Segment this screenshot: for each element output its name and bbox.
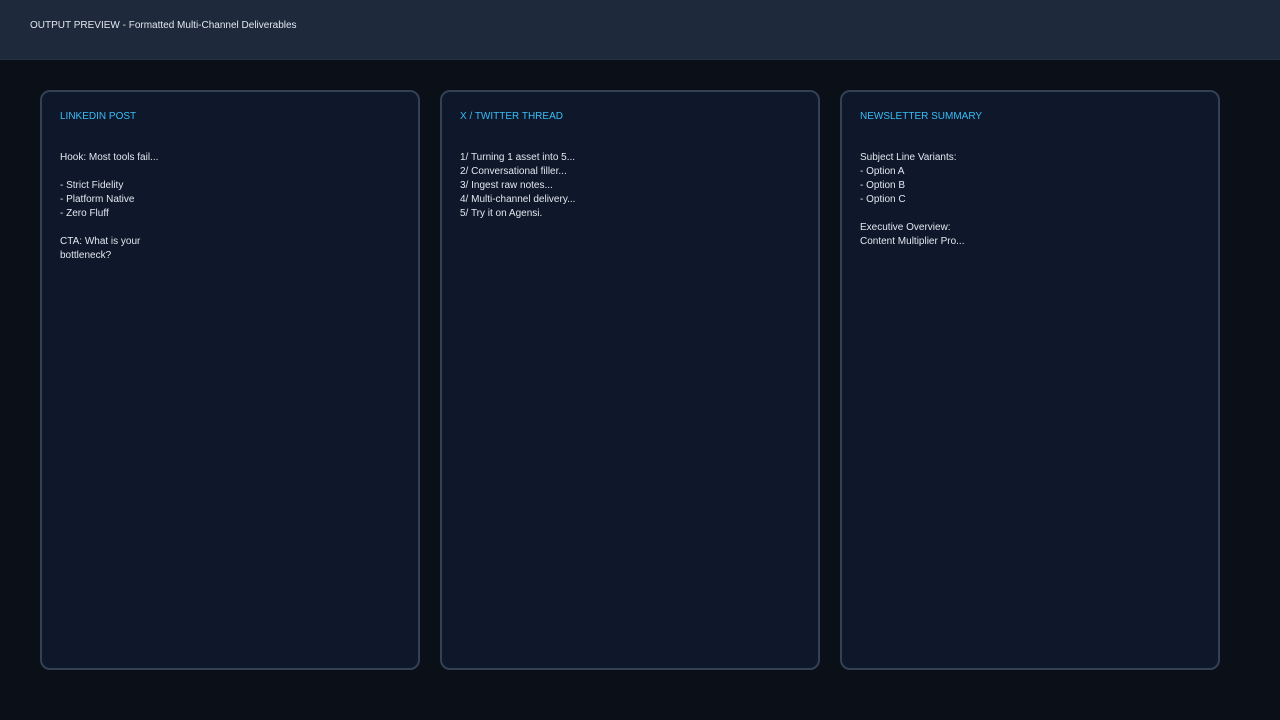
linkedin-post-content: Hook: Most tools fail... - Strict Fideli… (60, 152, 159, 261)
twitter-thread-panel: X / TWITTER THREAD 1/ Turning 1 asset in… (440, 90, 820, 670)
newsletter-summary-content: Subject Line Variants: - Option A - Opti… (860, 152, 965, 247)
newsletter-summary-heading: NEWSLETTER SUMMARY (860, 111, 983, 122)
linkedin-post-panel: LINKEDIN POST Hook: Most tools fail... -… (40, 90, 420, 670)
linkedin-post-heading: LINKEDIN POST (60, 111, 137, 122)
twitter-thread-content: 1/ Turning 1 asset into 5... 2/ Conversa… (460, 152, 576, 219)
newsletter-summary-panel: NEWSLETTER SUMMARY Subject Line Variants… (840, 90, 1220, 670)
top-bar: OUTPUT PREVIEW - Formatted Multi-Channel… (0, 0, 1280, 60)
twitter-thread-heading: X / TWITTER THREAD (460, 111, 563, 122)
page-title: OUTPUT PREVIEW - Formatted Multi-Channel… (30, 20, 297, 31)
